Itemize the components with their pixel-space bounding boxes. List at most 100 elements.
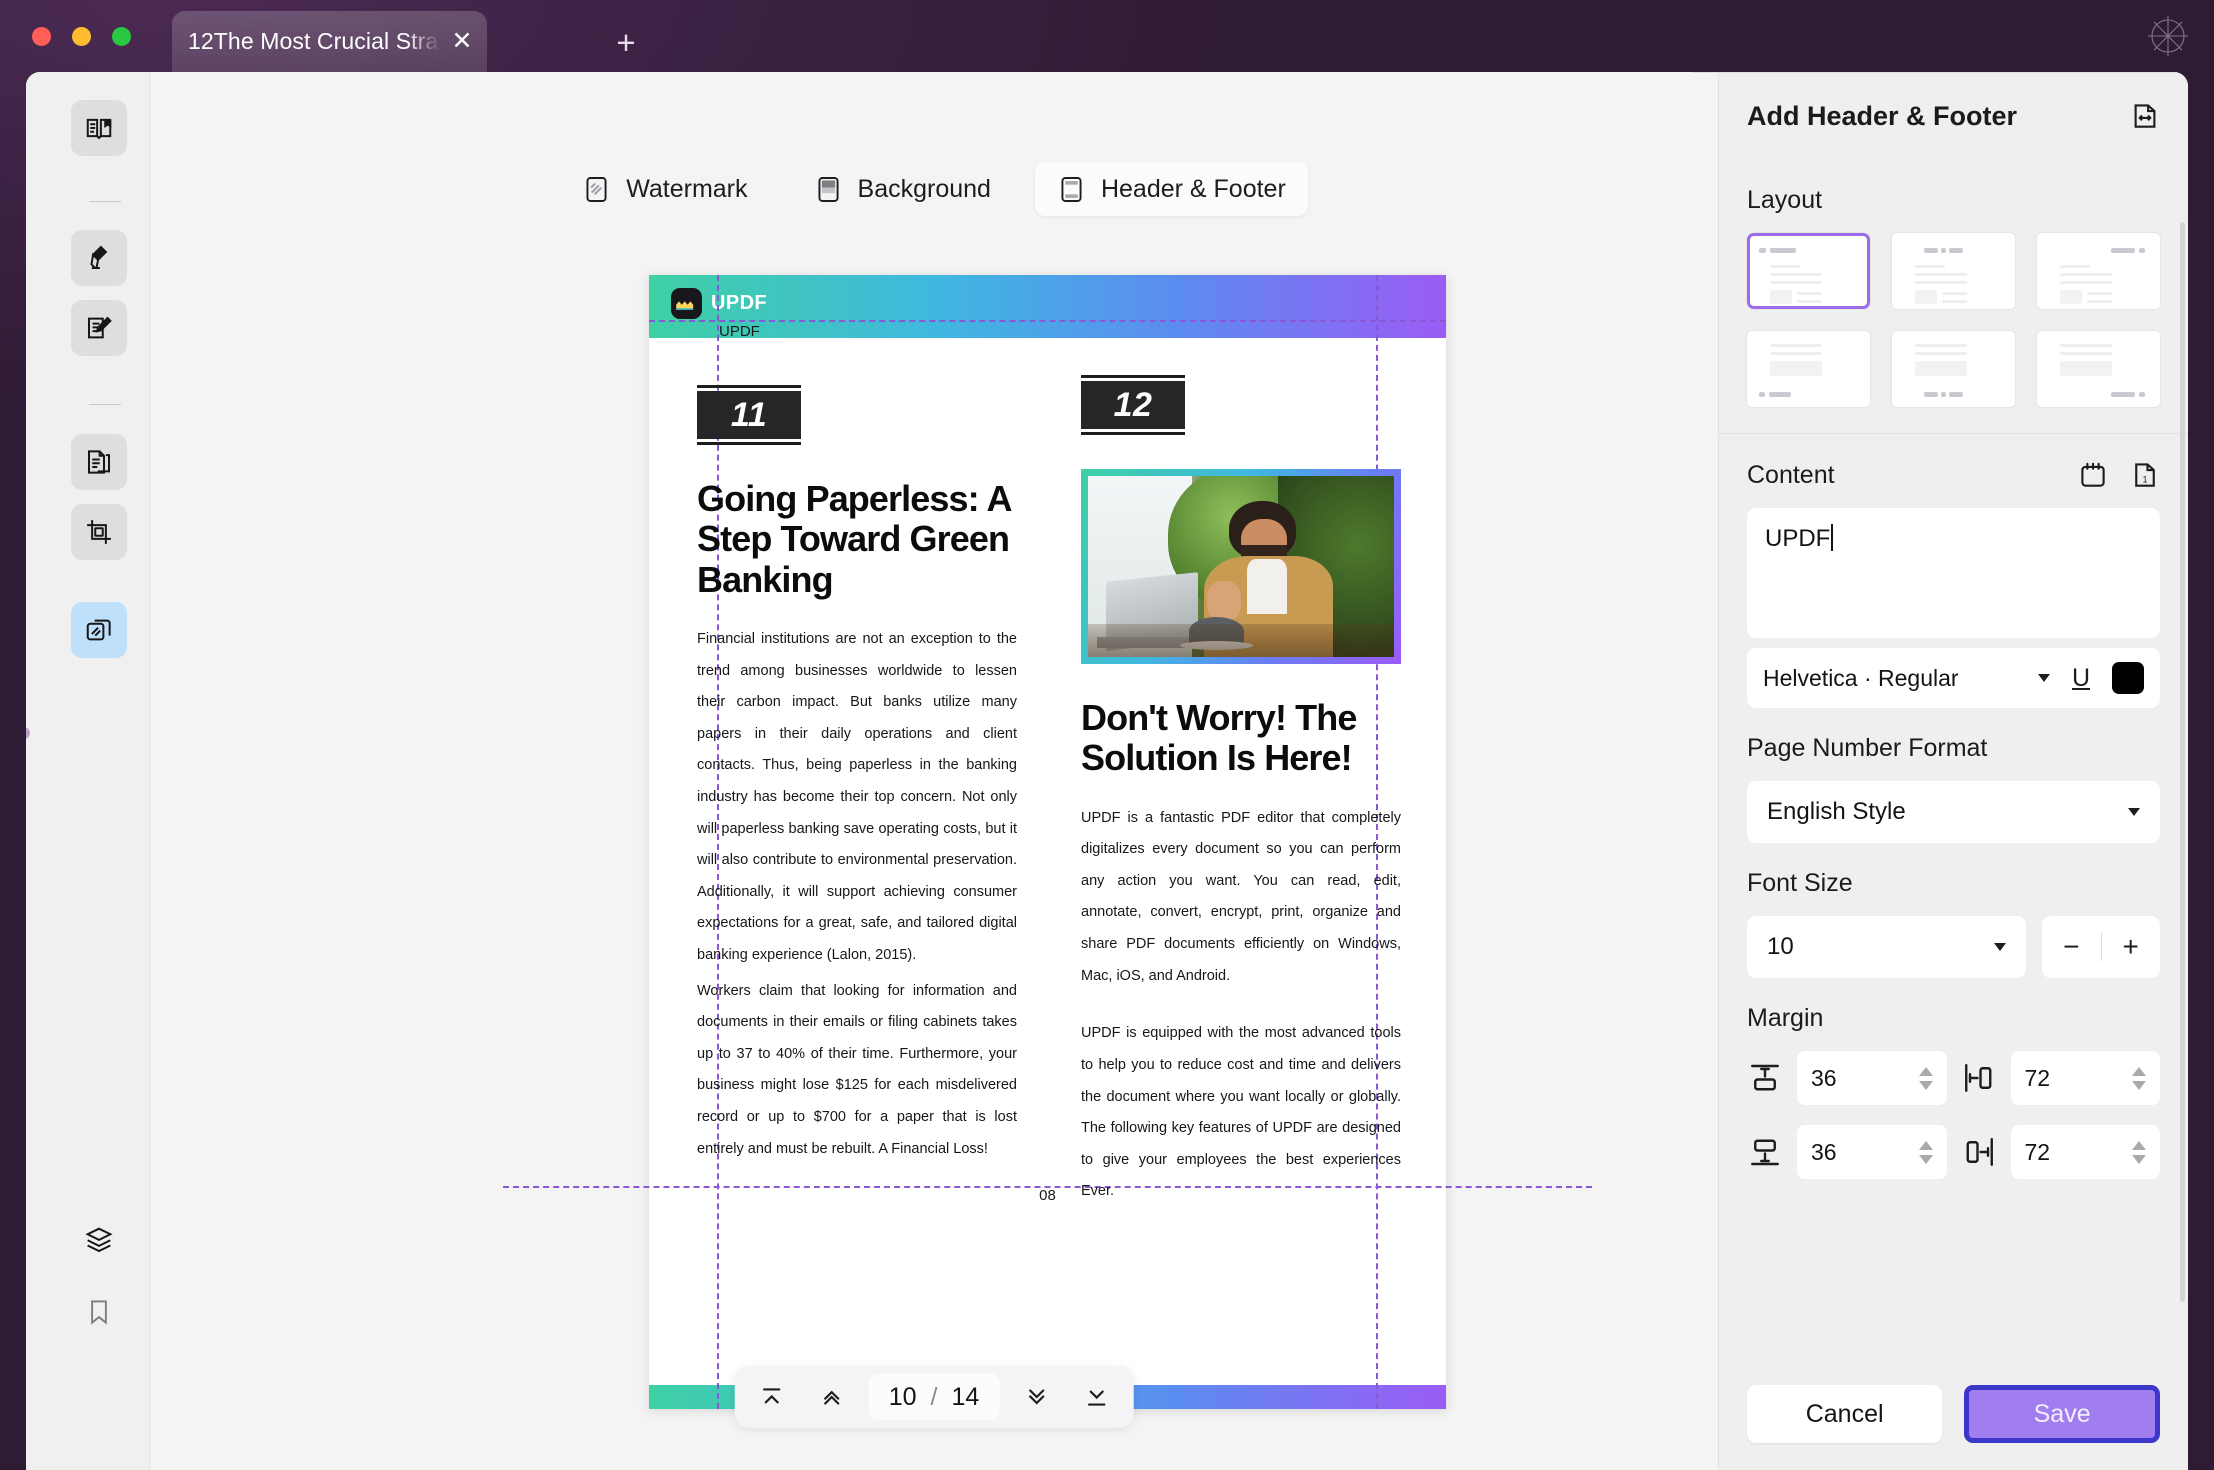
margin-top-input[interactable]: 36	[1797, 1051, 1947, 1105]
save-button[interactable]: Save	[1969, 1390, 2155, 1438]
tab-title: 12The Most Crucial Strateg	[188, 28, 441, 54]
prev-page-icon	[824, 1390, 840, 1405]
font-size-increase-button[interactable]: +	[2101, 916, 2160, 978]
apply-to-pages-icon[interactable]	[2130, 101, 2160, 131]
close-icon[interactable]: ✕	[443, 23, 481, 61]
document-logo: UPDF	[671, 288, 767, 319]
sidebar-item-watermark[interactable]	[71, 602, 127, 658]
plus-icon[interactable]: +	[608, 24, 644, 60]
spinner-down-icon[interactable]	[2132, 1080, 2146, 1090]
spinner-down-icon[interactable]	[1918, 1154, 1933, 1164]
article-heading: Don't Worry! The Solution Is Here!	[1081, 697, 1357, 779]
page-number-format-value: English Style	[1767, 798, 1906, 825]
page-number-icon[interactable]: 1	[2130, 460, 2160, 490]
margin-field-bottom: 36	[1747, 1125, 1947, 1179]
calendar-icon[interactable]	[2078, 460, 2108, 490]
page-counter[interactable]: 10 / 14	[868, 1374, 1000, 1420]
content-input[interactable]: UPDF	[1747, 508, 2160, 638]
app-window: Watermark Background Header & Footer UPD…	[26, 72, 2188, 1470]
document-right-column: 12 Don't Worry! The Solution Is Here! UP…	[1081, 375, 1401, 1212]
tab-background[interactable]: Background	[792, 162, 1013, 216]
chapter-badge: 12	[1081, 375, 1185, 435]
layout-option-header-center[interactable]	[1892, 233, 2015, 309]
first-page-button[interactable]	[749, 1374, 795, 1420]
page-number-format-label: Page Number Format	[1747, 734, 1988, 762]
spinner-up-icon[interactable]	[1918, 1066, 1933, 1076]
margin-left-value: 72	[2024, 1064, 2051, 1091]
chevron-down-icon[interactable]	[2038, 674, 2050, 682]
sidebar-item-crop[interactable]	[71, 504, 127, 560]
sidebar-item-edit[interactable]	[71, 300, 127, 356]
tab-label: Header & Footer	[1100, 174, 1286, 203]
panel-toggle-handle[interactable]	[26, 727, 30, 739]
spinner-up-icon[interactable]	[2132, 1140, 2146, 1150]
sidebar-item-organize[interactable]	[71, 434, 127, 490]
previous-page-button[interactable]	[809, 1374, 855, 1420]
book-reader-icon	[86, 118, 112, 140]
sidebar-item-layers[interactable]	[71, 1212, 127, 1268]
last-page-icon	[1087, 1390, 1105, 1406]
margin-guide-bottom	[503, 1186, 1592, 1188]
panel-title: Add Header & Footer	[1747, 100, 2018, 131]
next-page-button[interactable]	[1013, 1374, 1059, 1420]
text-color-swatch[interactable]	[2112, 662, 2144, 694]
article-heading: Going Paperless: A Step Toward Green Ban…	[697, 478, 1011, 600]
tab-watermark[interactable]: Watermark	[560, 162, 769, 216]
badge-rule-top	[697, 385, 801, 388]
font-size-select[interactable]: 10	[1747, 916, 2026, 978]
page-number-format-select[interactable]: English Style	[1747, 781, 2160, 843]
layers-watermark-icon	[86, 619, 111, 641]
layout-option-footer-left[interactable]	[1747, 331, 1870, 407]
spinner-up-icon[interactable]	[1918, 1140, 1933, 1150]
crop-icon	[87, 520, 111, 544]
maximize-window-button[interactable]	[112, 27, 131, 46]
panel-scrollbar[interactable]	[2180, 222, 2185, 1302]
font-name-value[interactable]: Helvetica · Regular	[1763, 665, 2026, 692]
layout-option-footer-center[interactable]	[1892, 331, 2015, 407]
app-logo-icon	[2148, 16, 2188, 56]
minimize-window-button[interactable]	[72, 27, 91, 46]
margin-left-input[interactable]: 72	[2010, 1051, 2160, 1105]
text-caret	[1831, 524, 1834, 551]
layout-option-footer-right[interactable]	[2037, 331, 2160, 407]
left-toolbar	[26, 72, 150, 1470]
content-section-label: Content	[1747, 460, 1835, 489]
save-button-focus-ring: Save	[1964, 1385, 2160, 1443]
margin-row-bottom: 36 72	[1747, 1125, 2160, 1179]
close-window-button[interactable]	[32, 27, 51, 46]
margin-row-top: 36 72	[1747, 1051, 2160, 1105]
spinner-up-icon[interactable]	[2132, 1066, 2146, 1076]
layout-option-header-left[interactable]	[1747, 233, 1870, 309]
font-size-decrease-button[interactable]: −	[2042, 916, 2101, 978]
document-tab[interactable]: 12The Most Crucial Strateg ✕	[172, 11, 487, 72]
margin-left-spinner[interactable]	[2132, 1066, 2146, 1090]
underline-button[interactable]: U	[2062, 659, 2100, 697]
article-paragraph: Workers claim that looking for informati…	[697, 982, 1017, 1157]
margin-right-input[interactable]: 72	[2010, 1125, 2160, 1179]
margin-right-icon	[1966, 1138, 1993, 1166]
spinner-down-icon[interactable]	[1918, 1080, 1933, 1090]
margin-right-spinner[interactable]	[2132, 1140, 2146, 1164]
sidebar-item-reader[interactable]	[71, 100, 127, 156]
man-with-laptop-photo	[1081, 469, 1401, 664]
sidebar-item-comment[interactable]	[71, 230, 127, 286]
sidebar-item-bookmark[interactable]	[71, 1284, 127, 1340]
badge-box: 12	[1081, 381, 1185, 429]
margin-bottom-icon	[1751, 1139, 1779, 1166]
pdf-page[interactable]: UPDF UPDF 08 11 Going Paperless: A Step …	[503, 275, 1592, 1409]
margin-bottom-spinner[interactable]	[1918, 1140, 1933, 1164]
tab-header-footer[interactable]: Header & Footer	[1034, 162, 1308, 216]
titlebar: 12The Most Crucial Strateg ✕ +	[0, 0, 2214, 72]
margin-right-value: 72	[2024, 1138, 2051, 1165]
rail-divider	[89, 404, 121, 405]
spinner-down-icon[interactable]	[2132, 1154, 2146, 1164]
layout-option-header-right[interactable]	[2037, 233, 2160, 309]
margin-top-spinner[interactable]	[1918, 1066, 1933, 1090]
last-page-button[interactable]	[1073, 1374, 1119, 1420]
panel-scroll-area: Layout Content 1 UPDF Helvetica · Regula…	[1719, 160, 2188, 1358]
current-page-value: 10	[888, 1382, 917, 1411]
article-paragraph: UPDF is equipped with the most advanced …	[1081, 1025, 1401, 1200]
cancel-button[interactable]: Cancel	[1747, 1385, 1943, 1443]
header-footer-panel: Add Header & Footer Layout Content 1 UPD…	[1691, 72, 2188, 1470]
margin-bottom-input[interactable]: 36	[1797, 1125, 1947, 1179]
